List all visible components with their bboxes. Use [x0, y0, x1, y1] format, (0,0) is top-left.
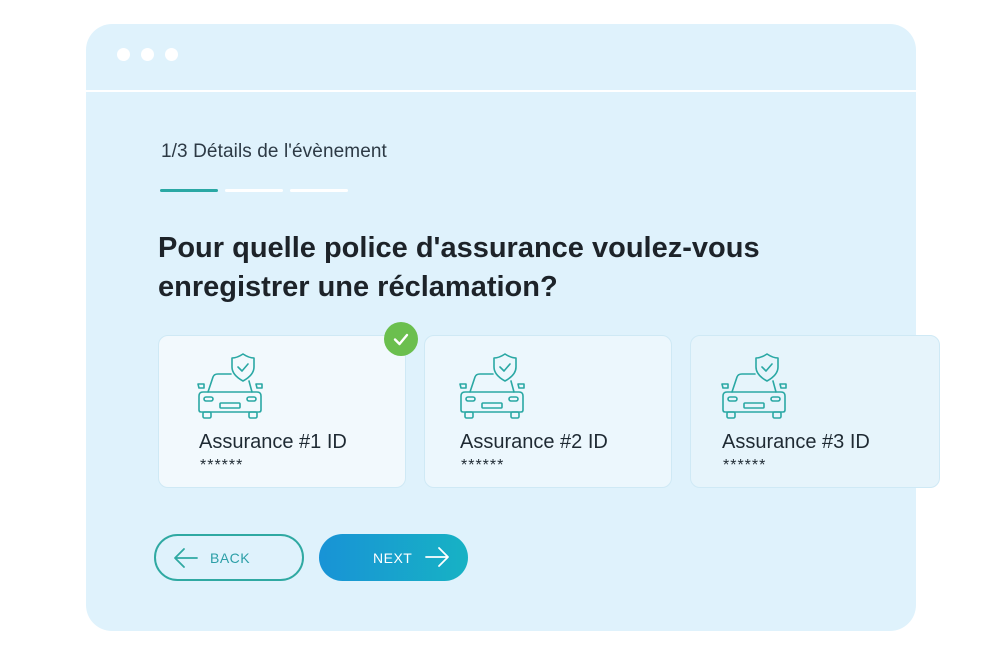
policy-card-3[interactable]: Assurance #3 ID ****** — [690, 335, 940, 488]
progress-step-2 — [225, 189, 283, 192]
policy-id-mask: ****** — [200, 457, 244, 474]
window-dot-2 — [141, 48, 154, 61]
policy-id-mask: ****** — [461, 457, 505, 474]
progress-step-3 — [290, 189, 348, 192]
policy-title: Assurance #1 ID — [199, 431, 347, 453]
car-shield-icon — [459, 353, 525, 419]
back-button[interactable]: BACK — [154, 534, 304, 581]
policy-title: Assurance #2 ID — [460, 431, 608, 453]
back-button-label: BACK — [210, 549, 251, 566]
arrow-right-icon — [425, 547, 449, 567]
next-button-label: NEXT — [373, 549, 413, 566]
car-shield-icon — [197, 353, 263, 419]
window-titlebar — [86, 24, 916, 92]
window-dot-3 — [165, 48, 178, 61]
progress-step-1 — [160, 189, 218, 192]
policy-card-2[interactable]: Assurance #2 ID ****** — [424, 335, 672, 488]
app-window: 1/3 Détails de l'évènement Pour quelle p… — [86, 24, 940, 631]
window-dot-1 — [117, 48, 130, 61]
policy-id-mask: ****** — [723, 457, 767, 474]
question-heading: Pour quelle police d'assurance voulez-vo… — [158, 232, 760, 303]
car-shield-icon — [721, 353, 787, 419]
policy-title: Assurance #3 ID — [722, 431, 870, 453]
next-button[interactable]: NEXT — [319, 534, 468, 581]
step-label: 1/3 Détails de l'évènement — [161, 141, 387, 162]
arrow-left-icon — [174, 548, 198, 568]
selected-check-icon — [384, 322, 418, 356]
policy-card-1[interactable]: Assurance #1 ID ****** — [158, 335, 406, 488]
